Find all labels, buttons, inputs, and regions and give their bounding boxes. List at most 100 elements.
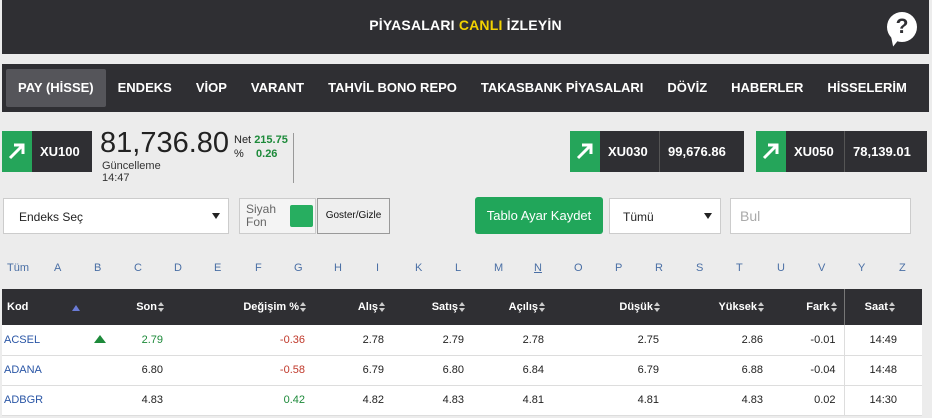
col-header-fark[interactable]: Fark [771,289,844,325]
col-header-degisim[interactable]: Değişim % [171,289,313,325]
index-card-name: XU050 [786,131,844,172]
cell-son: 2.79 [126,325,171,356]
index-card-name: XU030 [600,131,659,172]
letter-y[interactable]: Y [858,262,865,274]
col-header-acilis[interactable]: Açılış [472,289,552,325]
letter-l[interactable]: L [455,262,461,274]
cell-degisim: 0.42 [171,385,313,416]
index-card-xu050[interactable]: XU050 78,139.01 [756,131,927,172]
letter-o[interactable]: O [574,262,583,274]
index-name: XU100 [32,131,92,172]
tab-takasbank[interactable]: TAKASBANK PİYASALARI [469,69,656,107]
table-row[interactable]: ADBGR 4.83 0.42 4.82 4.83 4.81 4.81 4.83… [2,385,922,416]
cell-degisim: -0.36 [171,325,313,356]
col-header-yuksek[interactable]: Yüksek [667,289,771,325]
cell-saat: 14:30 [843,385,922,416]
cell-kod[interactable]: ADBGR [2,385,90,416]
letter-m[interactable]: M [494,262,503,274]
letter-a[interactable]: A [54,262,61,274]
letter-k[interactable]: K [415,262,422,274]
cell-degisim: -0.58 [171,355,313,386]
letter-b[interactable]: B [94,262,101,274]
sort-asc-icon [72,305,80,311]
tablo-ayar-kaydet-button[interactable]: Tablo Ayar Kaydet [475,197,603,234]
tab-doviz[interactable]: DÖVİZ [655,69,719,107]
cell-acilis: 2.78 [472,325,552,356]
endeks-select[interactable]: Endeks Seç [3,198,229,234]
tab-endeks[interactable]: ENDEKS [106,69,184,107]
cell-yuksek: 4.83 [667,385,771,416]
tumu-select-value: Tümü [623,210,654,224]
trend-cell [90,385,126,416]
index-card-xu030[interactable]: XU030 99,676.86 [570,131,744,172]
col-header-satis[interactable]: Satış [392,289,472,325]
letter-tum[interactable]: Tüm [7,262,29,274]
cell-dusuk: 2.75 [552,325,667,356]
letter-t[interactable]: T [736,262,743,274]
col-header-dusuk[interactable]: Düşük [552,289,667,325]
stock-table: Kod Son Değişim % Alış Satış Açılış Düşü… [2,289,922,416]
letter-g[interactable]: G [294,262,303,274]
siyah-fon-label: Siyah Fon [246,202,277,229]
sort-icon [888,302,896,313]
tab-viop[interactable]: VİOP [184,69,239,107]
letter-v[interactable]: V [818,262,825,274]
help-icon[interactable]: ? [887,12,917,42]
letter-s[interactable]: S [696,262,703,274]
arrow-up-right-icon [570,131,600,172]
letter-r[interactable]: R [655,262,663,274]
letter-i[interactable]: I [376,262,379,274]
top-bar: PİYASALARI CANLI İZLEYİN ? [2,0,929,54]
letter-f[interactable]: F [255,262,262,274]
col-header-son[interactable]: Son [126,289,171,325]
letter-e[interactable]: E [214,262,221,274]
sort-icon [758,302,765,313]
tab-pay-hisse[interactable]: PAY (HİSSE) [6,69,106,107]
goster-gizle-button[interactable]: Goster/Gizle [317,198,390,234]
cell-kod[interactable]: ADANA [2,355,90,386]
cell-alis: 4.82 [313,385,392,416]
col-header-spacer [90,289,126,325]
arrow-up-right-icon [2,131,32,172]
sort-icon [459,302,466,313]
search-input[interactable]: Bul [730,198,911,234]
trend-up-icon [90,325,126,356]
cell-satis: 6.80 [392,355,472,386]
col-header-alis[interactable]: Alış [313,289,392,325]
tab-varant[interactable]: VARANT [239,69,316,107]
letter-p[interactable]: P [615,262,622,274]
letter-u[interactable]: U [777,262,785,274]
net-change: Net 215.75 % 0.26 [234,133,288,161]
index-value: 81,736.80 [100,127,230,159]
table-row[interactable]: ACSEL 2.79 -0.36 2.78 2.79 2.78 2.75 2.8… [2,325,922,356]
main-index-badge[interactable]: XU100 [2,131,92,172]
net-value: 215.75 [254,134,288,146]
sort-icon [654,302,661,313]
divider [293,133,294,183]
cell-alis: 2.78 [313,325,392,356]
letter-d[interactable]: D [174,262,182,274]
col-header-saat[interactable]: Saat [843,289,922,325]
cell-saat: 14:48 [843,355,922,386]
sort-icon [830,302,838,313]
letter-n[interactable]: N [534,262,542,274]
letter-c[interactable]: C [134,262,142,274]
cell-dusuk: 4.81 [552,385,667,416]
toggle-switch[interactable] [290,205,313,227]
table-header-row: Kod Son Değişim % Alış Satış Açılış Düşü… [2,289,922,325]
cell-kod[interactable]: ACSEL [2,325,90,356]
tab-tahvil-bono-repo[interactable]: TAHVİL BONO REPO [316,69,469,107]
net-label: Net [234,134,252,146]
siyah-fon-toggle[interactable]: Siyah Fon [239,198,316,234]
tumu-select[interactable]: Tümü [609,198,721,234]
letter-h[interactable]: H [334,262,342,274]
tab-hisselerim[interactable]: HİSSELERİM [815,69,918,107]
cell-acilis: 4.81 [472,385,552,416]
cell-acilis: 6.84 [472,355,552,386]
tab-haberler[interactable]: HABERLER [719,69,815,107]
letter-z[interactable]: Z [899,262,906,274]
col-header-kod[interactable]: Kod [2,289,90,325]
chevron-down-icon [212,213,220,219]
sort-icon [300,302,307,313]
table-row[interactable]: ADANA 6.80 -0.58 6.79 6.80 6.84 6.79 6.8… [2,355,922,386]
